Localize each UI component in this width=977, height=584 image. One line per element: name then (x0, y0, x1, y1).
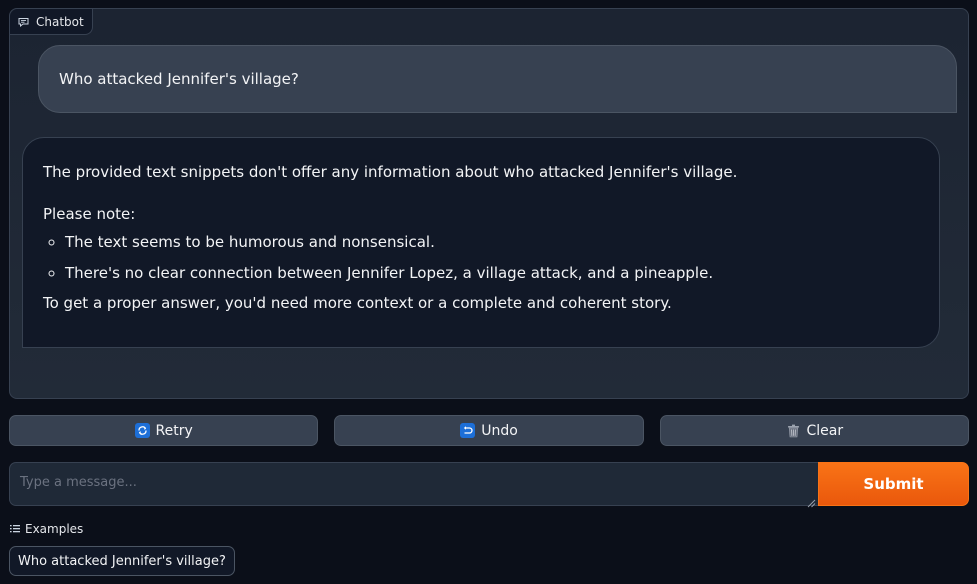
retry-button[interactable]: Retry (9, 415, 319, 446)
user-message-text: Who attacked Jennifer's village? (59, 70, 299, 88)
clear-button[interactable]: Clear (659, 415, 969, 446)
bot-message: The provided text snippets don't offer a… (22, 137, 940, 348)
undo-label: Undo (481, 422, 518, 439)
message-input-row: Submit (9, 462, 969, 508)
examples-label-text: Examples (25, 522, 84, 536)
action-buttons: Retry Undo Clear (9, 415, 969, 446)
undo-button[interactable]: Undo (334, 415, 644, 446)
user-message: Who attacked Jennifer's village? (38, 45, 957, 113)
list-item: The text seems to be humorous and nonsen… (65, 233, 919, 253)
bot-message-intro: The provided text snippets don't offer a… (43, 163, 738, 181)
resize-handle-icon[interactable] (806, 493, 816, 508)
list-item: There's no clear connection between Jenn… (65, 264, 919, 284)
undo-icon (460, 423, 476, 438)
bot-message-bullets: The text seems to be humorous and nonsen… (43, 233, 919, 283)
example-item[interactable]: Who attacked Jennifer's village? (9, 546, 235, 576)
submit-button[interactable]: Submit (818, 462, 969, 506)
retry-label: Retry (155, 422, 193, 439)
chat-icon (18, 17, 29, 27)
chatbot-label-text: Chatbot (36, 14, 84, 29)
chatbot-panel: Chatbot Who attacked Jennifer's village?… (9, 8, 969, 399)
message-input[interactable] (9, 462, 818, 506)
bot-message-note-heading: Please note: (43, 204, 136, 223)
trash-icon (786, 423, 801, 438)
list-icon (10, 522, 20, 536)
examples-label: Examples (10, 522, 83, 536)
bot-message-closing: To get a proper answer, you'd need more … (43, 294, 672, 312)
chatbot-label: Chatbot (10, 9, 93, 35)
clear-label: Clear (806, 422, 844, 439)
retry-icon (134, 423, 150, 438)
